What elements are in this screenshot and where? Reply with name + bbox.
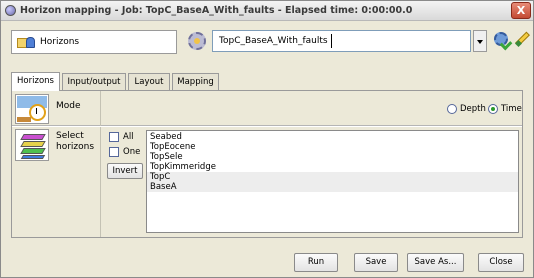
mode-section: Mode Depth Time [12,91,522,126]
chevron-down-icon [477,40,483,44]
text-caret [331,34,332,48]
save-as-button[interactable]: Save As... [407,253,464,272]
job-dropdown-button[interactable] [473,30,487,52]
run-button[interactable]: Run [294,253,338,272]
pencil-icon[interactable] [514,30,532,48]
job-name-input[interactable]: TopC_BaseA_With_faults [212,30,471,52]
horizon-mapping-window: Horizon mapping - Job: TopC_BaseA_With_f… [0,0,534,278]
invert-button[interactable]: Invert [107,163,143,179]
save-button[interactable]: Save [354,253,398,272]
job-name-value: TopC_BaseA_With_faults [219,36,328,46]
toolbar: Horizons TopC_BaseA_With_faults [1,22,533,62]
list-item[interactable]: TopSele [147,152,518,162]
list-item[interactable]: TopEocene [147,142,518,152]
close-button[interactable]: Close [478,253,524,272]
project-label: Horizons [40,37,80,47]
horizons-folder-icon [17,36,37,49]
gear-icon[interactable] [186,30,208,52]
all-label: All [123,132,134,142]
select-horizons-label: Select horizons [56,131,95,152]
horizon-list[interactable]: Seabed TopEocene TopSele TopKimmeridge T… [146,130,519,233]
mode-label: Mode [56,101,81,111]
tab-input-output[interactable]: Input/output [62,73,126,91]
app-sphere-icon [5,5,16,16]
tab-layout[interactable]: Layout [128,73,170,91]
tab-horizons[interactable]: Horizons [11,72,60,91]
list-item[interactable]: Seabed [147,132,518,142]
time-radio[interactable] [488,104,498,114]
window-close-button[interactable]: X [511,2,531,19]
one-checkbox[interactable] [109,147,119,157]
gear-check-icon[interactable] [491,28,513,51]
project-selector[interactable]: Horizons [11,30,177,54]
divider [100,127,101,237]
list-item[interactable]: BaseA [147,182,518,192]
time-label: Time [501,104,522,114]
select-horizons-section: Select horizons All One Invert Seabed To… [12,127,522,237]
horizons-tab-panel: Mode Depth Time Select horizons All One … [11,90,523,238]
divider [100,91,101,126]
one-label: One [123,147,141,157]
title-bar: Horizon mapping - Job: TopC_BaseA_With_f… [1,1,533,21]
window-title: Horizon mapping - Job: TopC_BaseA_With_f… [20,5,413,16]
list-item[interactable]: TopKimmeridge [147,162,518,172]
clock-landscape-icon [15,94,49,124]
all-checkbox[interactable] [109,132,119,142]
depth-radio[interactable] [447,104,457,114]
tab-mapping[interactable]: Mapping [172,73,219,91]
list-item[interactable]: TopC [147,172,518,182]
depth-label: Depth [460,104,486,114]
layers-icon [15,129,49,161]
